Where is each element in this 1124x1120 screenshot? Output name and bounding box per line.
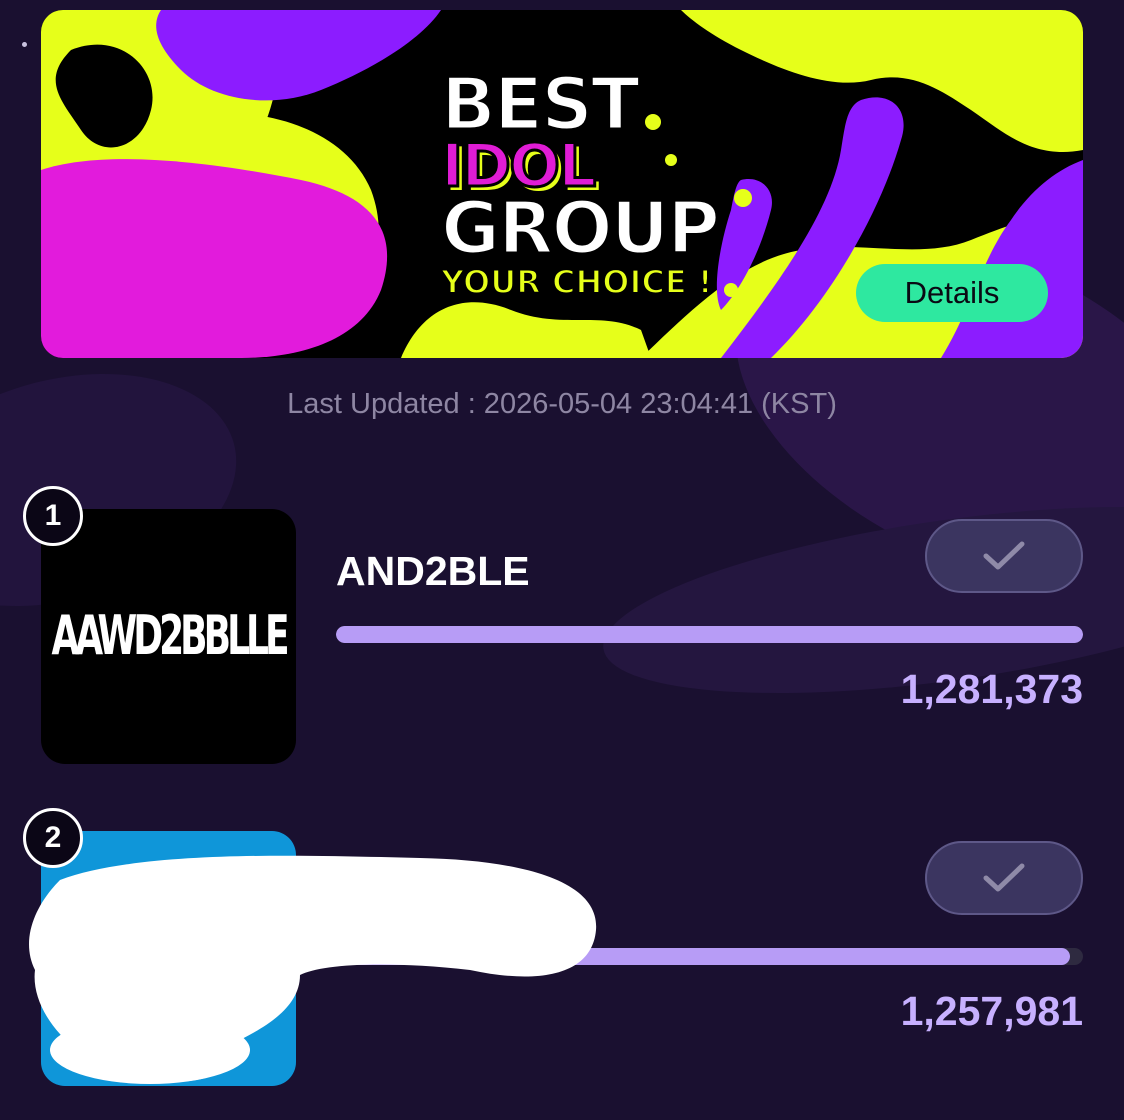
banner-title: BEST IDOL GROUP YOUR CHOICE ! <box>440 62 771 301</box>
vote-progress-fill <box>336 626 1083 643</box>
vote-progress-bar <box>336 626 1083 643</box>
last-updated-text: Last Updated : 2026-05-04 23:04:41 (KST) <box>287 388 837 420</box>
check-icon <box>983 863 1025 892</box>
banner-title-group: GROUP <box>440 186 722 270</box>
banner-title-best: BEST <box>440 62 642 146</box>
ranking-item: 1 AAWD2BBLLE AND2BLE 1,281,373 <box>0 486 1124 764</box>
vote-button[interactable] <box>925 519 1083 593</box>
vote-progress-fill <box>336 948 1070 965</box>
vote-count: 1,257,981 <box>900 988 1083 1034</box>
event-banner[interactable]: BEST IDOL GROUP YOUR CHOICE ! Details <box>41 10 1083 358</box>
vote-progress-bar <box>336 948 1083 965</box>
group-logo: AAWD2BBLLE <box>51 605 289 668</box>
group-thumbnail[interactable] <box>41 831 296 1086</box>
vote-button[interactable] <box>925 841 1083 915</box>
banner-subtitle: YOUR CHOICE ! <box>440 263 713 301</box>
details-button[interactable]: Details <box>856 264 1048 322</box>
background-dot <box>22 42 27 47</box>
rank-badge: 2 <box>23 808 83 868</box>
vote-count: 1,281,373 <box>900 666 1083 712</box>
ranking-item: 2 1,257,981 <box>0 808 1124 1086</box>
group-thumbnail[interactable]: AAWD2BBLLE <box>41 509 296 764</box>
page: BEST IDOL GROUP YOUR CHOICE ! Details La… <box>0 0 1124 1120</box>
check-icon <box>983 541 1025 570</box>
group-name: AND2BLE <box>336 548 530 594</box>
rank-badge: 1 <box>23 486 83 546</box>
